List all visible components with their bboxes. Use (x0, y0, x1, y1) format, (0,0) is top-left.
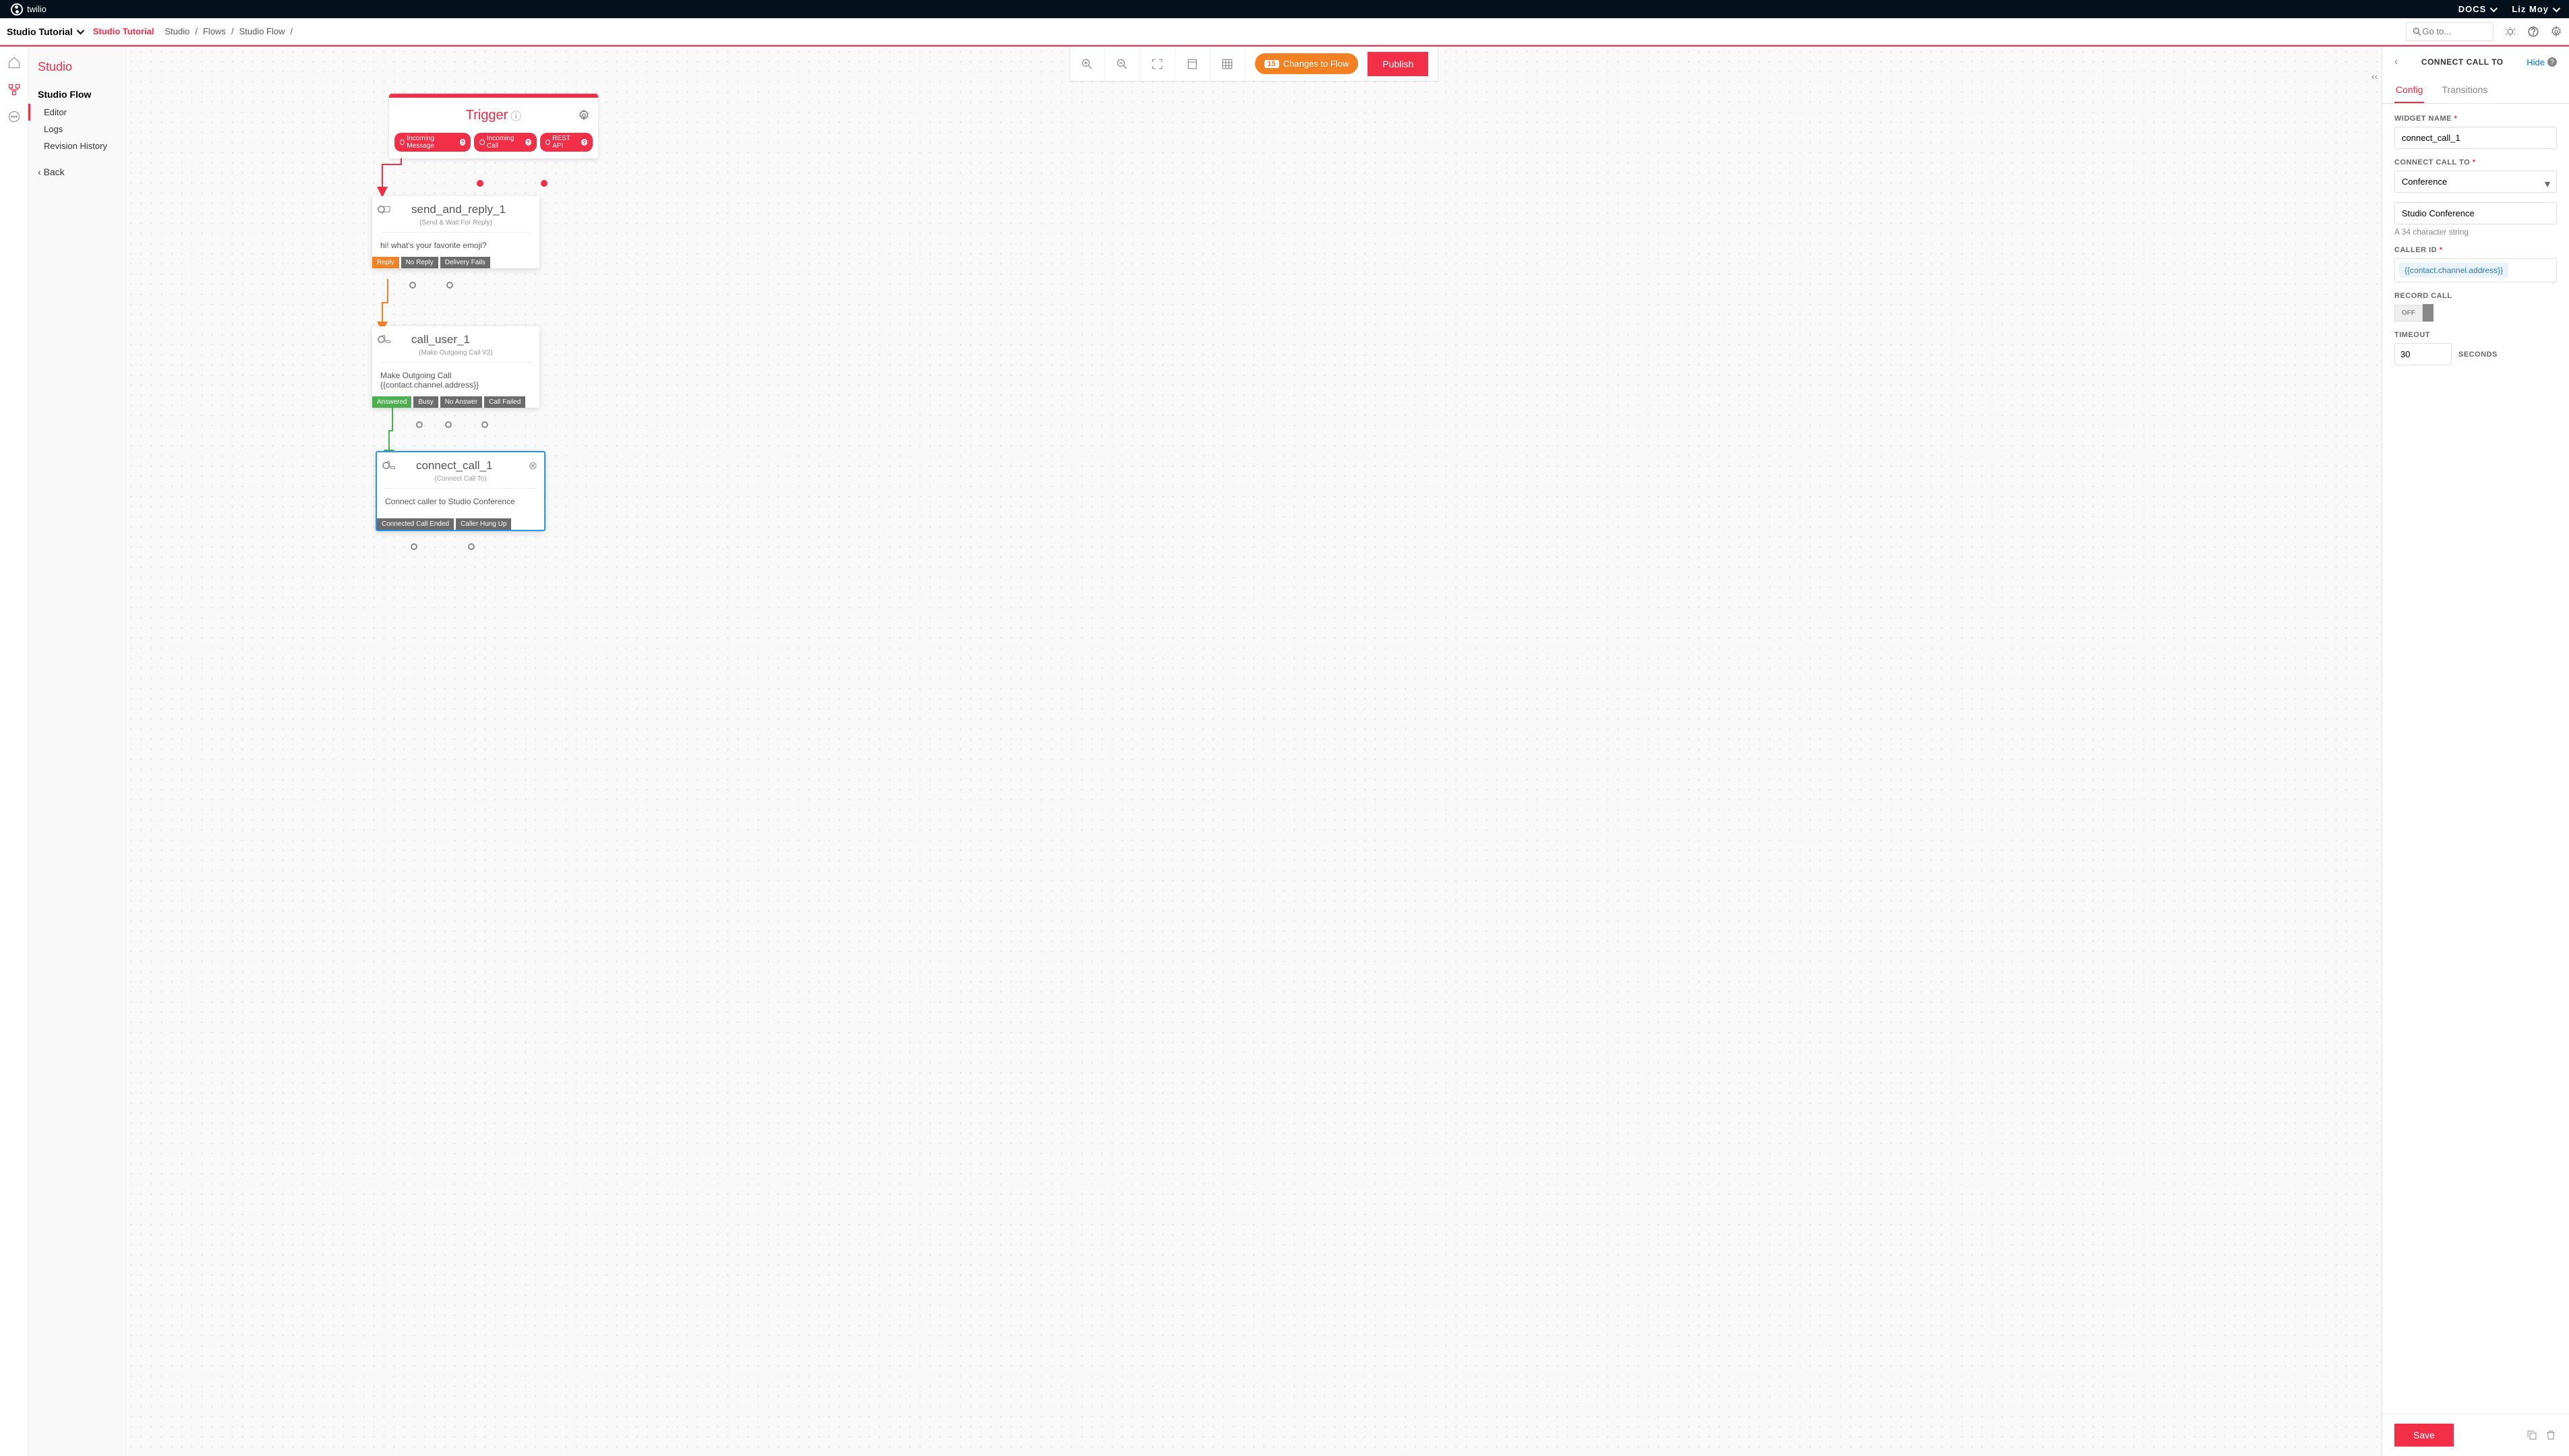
trigger-pill[interactable]: Incoming Call? (474, 133, 536, 152)
sidebar-section[interactable]: Studio Flow (28, 85, 125, 104)
input-port[interactable] (378, 336, 385, 343)
grid-button[interactable] (1210, 47, 1245, 82)
conference-hint: A 34 character string (2394, 227, 2557, 237)
widget-name-input[interactable] (2394, 127, 2557, 149)
output-port[interactable] (411, 543, 417, 550)
sidebar-heading: Studio (28, 60, 125, 85)
output-ended[interactable]: Connected Call Ended (377, 518, 454, 530)
icon-rail (0, 47, 28, 1456)
help-icon[interactable]: ⓘ (510, 107, 521, 123)
search-input[interactable] (2406, 22, 2493, 41)
input-port[interactable] (378, 206, 385, 213)
output-reply[interactable]: Reply (372, 257, 399, 268)
widget-connect-call[interactable]: connect_call_1 ⊗ (Connect Call To) Conne… (376, 451, 545, 531)
close-icon[interactable]: ⊗ (529, 459, 537, 473)
conference-name-input[interactable] (2394, 202, 2557, 224)
output-port[interactable] (409, 282, 416, 289)
duplicate-icon[interactable] (2526, 1429, 2538, 1441)
timeout-input[interactable] (2394, 343, 2452, 365)
output-port[interactable] (416, 421, 423, 428)
output-port[interactable] (445, 421, 452, 428)
tab-transitions[interactable]: Transitions (2440, 78, 2489, 103)
changes-badge[interactable]: 15 Changes to Flow (1255, 53, 1359, 74)
sidebar: Studio Studio Flow Editor Logs Revision … (28, 47, 126, 1456)
output-noanswer[interactable]: No Answer (440, 396, 482, 408)
sidebar-item-revisions[interactable]: Revision History (28, 138, 125, 154)
panel-title: CONNECT CALL TO (2404, 57, 2520, 67)
output-busy[interactable]: Busy (413, 396, 438, 408)
gear-icon[interactable] (578, 109, 590, 121)
save-button[interactable]: Save (2394, 1424, 2454, 1447)
fullscreen-button[interactable] (1140, 47, 1175, 82)
output-port[interactable] (468, 543, 475, 550)
widget-name-label: WIDGET NAME * (2394, 115, 2557, 123)
crumb[interactable]: Studio (165, 26, 189, 36)
settings-icon[interactable] (2550, 26, 2562, 38)
caller-id-input[interactable]: {{contact.channel.address}} (2394, 258, 2557, 282)
trigger-title: Trigger (466, 108, 508, 123)
layout-button[interactable] (1175, 47, 1210, 82)
collapse-icon[interactable]: ‹‹ (2371, 71, 2378, 82)
connect-to-label: CONNECT CALL TO * (2394, 158, 2557, 166)
timeout-label: TIMEOUT (2394, 331, 2557, 339)
debug-icon[interactable] (2504, 26, 2516, 38)
docs-menu[interactable]: DOCS (2458, 4, 2496, 14)
hide-button[interactable]: Hide? (2527, 57, 2557, 67)
delete-icon[interactable] (2545, 1429, 2557, 1441)
chevron-down-icon (76, 26, 84, 34)
input-port[interactable] (382, 462, 390, 469)
brand-text: twilio (27, 4, 47, 14)
sidebar-item-editor[interactable]: Editor (28, 104, 125, 121)
zoom-out-button[interactable] (1105, 47, 1140, 82)
panel-back-icon[interactable]: ‹ (2394, 56, 2398, 68)
output-fail[interactable]: Delivery Fails (440, 257, 490, 268)
project-title[interactable]: Studio Tutorial (7, 26, 82, 37)
help-icon[interactable] (2527, 26, 2539, 38)
crumb[interactable]: Flows (203, 26, 226, 36)
publish-button[interactable]: Publish (1367, 52, 1428, 76)
connect-to-select[interactable]: Conference (2394, 171, 2557, 193)
help-icon: ? (2547, 57, 2557, 67)
record-label: RECORD CALL (2394, 292, 2557, 300)
sidebar-back[interactable]: ‹ Back (28, 154, 125, 189)
tutorial-link[interactable]: Studio Tutorial (93, 26, 154, 36)
zoom-in-button[interactable] (1070, 47, 1105, 82)
more-icon[interactable] (7, 110, 21, 123)
trigger-node[interactable]: Trigger ⓘ Incoming Message? Incoming Cal… (389, 94, 598, 158)
output-port[interactable] (446, 282, 453, 289)
crumb[interactable]: Studio Flow (239, 26, 285, 36)
breadcrumb: Studio/ Flows/ Studio Flow/ (165, 26, 293, 36)
search-icon (2412, 26, 2423, 38)
user-menu[interactable]: Liz Moy (2512, 4, 2558, 14)
brand-logo[interactable]: twilio (11, 3, 47, 16)
top-bar: twilio DOCS Liz Moy (0, 0, 2569, 18)
output-answered[interactable]: Answered (372, 396, 411, 408)
nav-bar: Studio Tutorial Studio Tutorial Studio/ … (0, 18, 2569, 45)
output-noreply[interactable]: No Reply (401, 257, 438, 268)
record-toggle[interactable]: OFF (2394, 304, 2557, 322)
timeout-unit: SECONDS (2458, 351, 2498, 359)
trigger-pill[interactable]: REST API? (540, 133, 593, 152)
widget-send-reply[interactable]: send_and_reply_1 (Send & Wait For Reply)… (372, 196, 539, 268)
sidebar-item-logs[interactable]: Logs (28, 121, 125, 138)
chevron-down-icon (2490, 4, 2498, 11)
config-panel: ‹‹ ‹ CONNECT CALL TO Hide? Config Transi… (2382, 47, 2569, 1456)
widget-call-user[interactable]: call_user_1 (Make Outgoing Call V2) Make… (372, 326, 539, 408)
trigger-pill[interactable]: Incoming Message? (394, 133, 471, 152)
twilio-logo-icon (11, 3, 23, 16)
chevron-down-icon (2553, 4, 2560, 11)
caller-id-label: CALLER ID * (2394, 246, 2557, 254)
canvas-toolbar: 15 Changes to Flow Publish (1069, 47, 1439, 82)
tab-config[interactable]: Config (2394, 78, 2424, 103)
output-hungup[interactable]: Caller Hung Up (456, 518, 511, 530)
canvas[interactable]: 15 Changes to Flow Publish Trigger ⓘ (126, 47, 2382, 1456)
flow-icon[interactable] (7, 83, 21, 96)
home-icon[interactable] (7, 56, 21, 69)
output-failed[interactable]: Call Failed (484, 396, 525, 408)
output-port[interactable] (481, 421, 488, 428)
